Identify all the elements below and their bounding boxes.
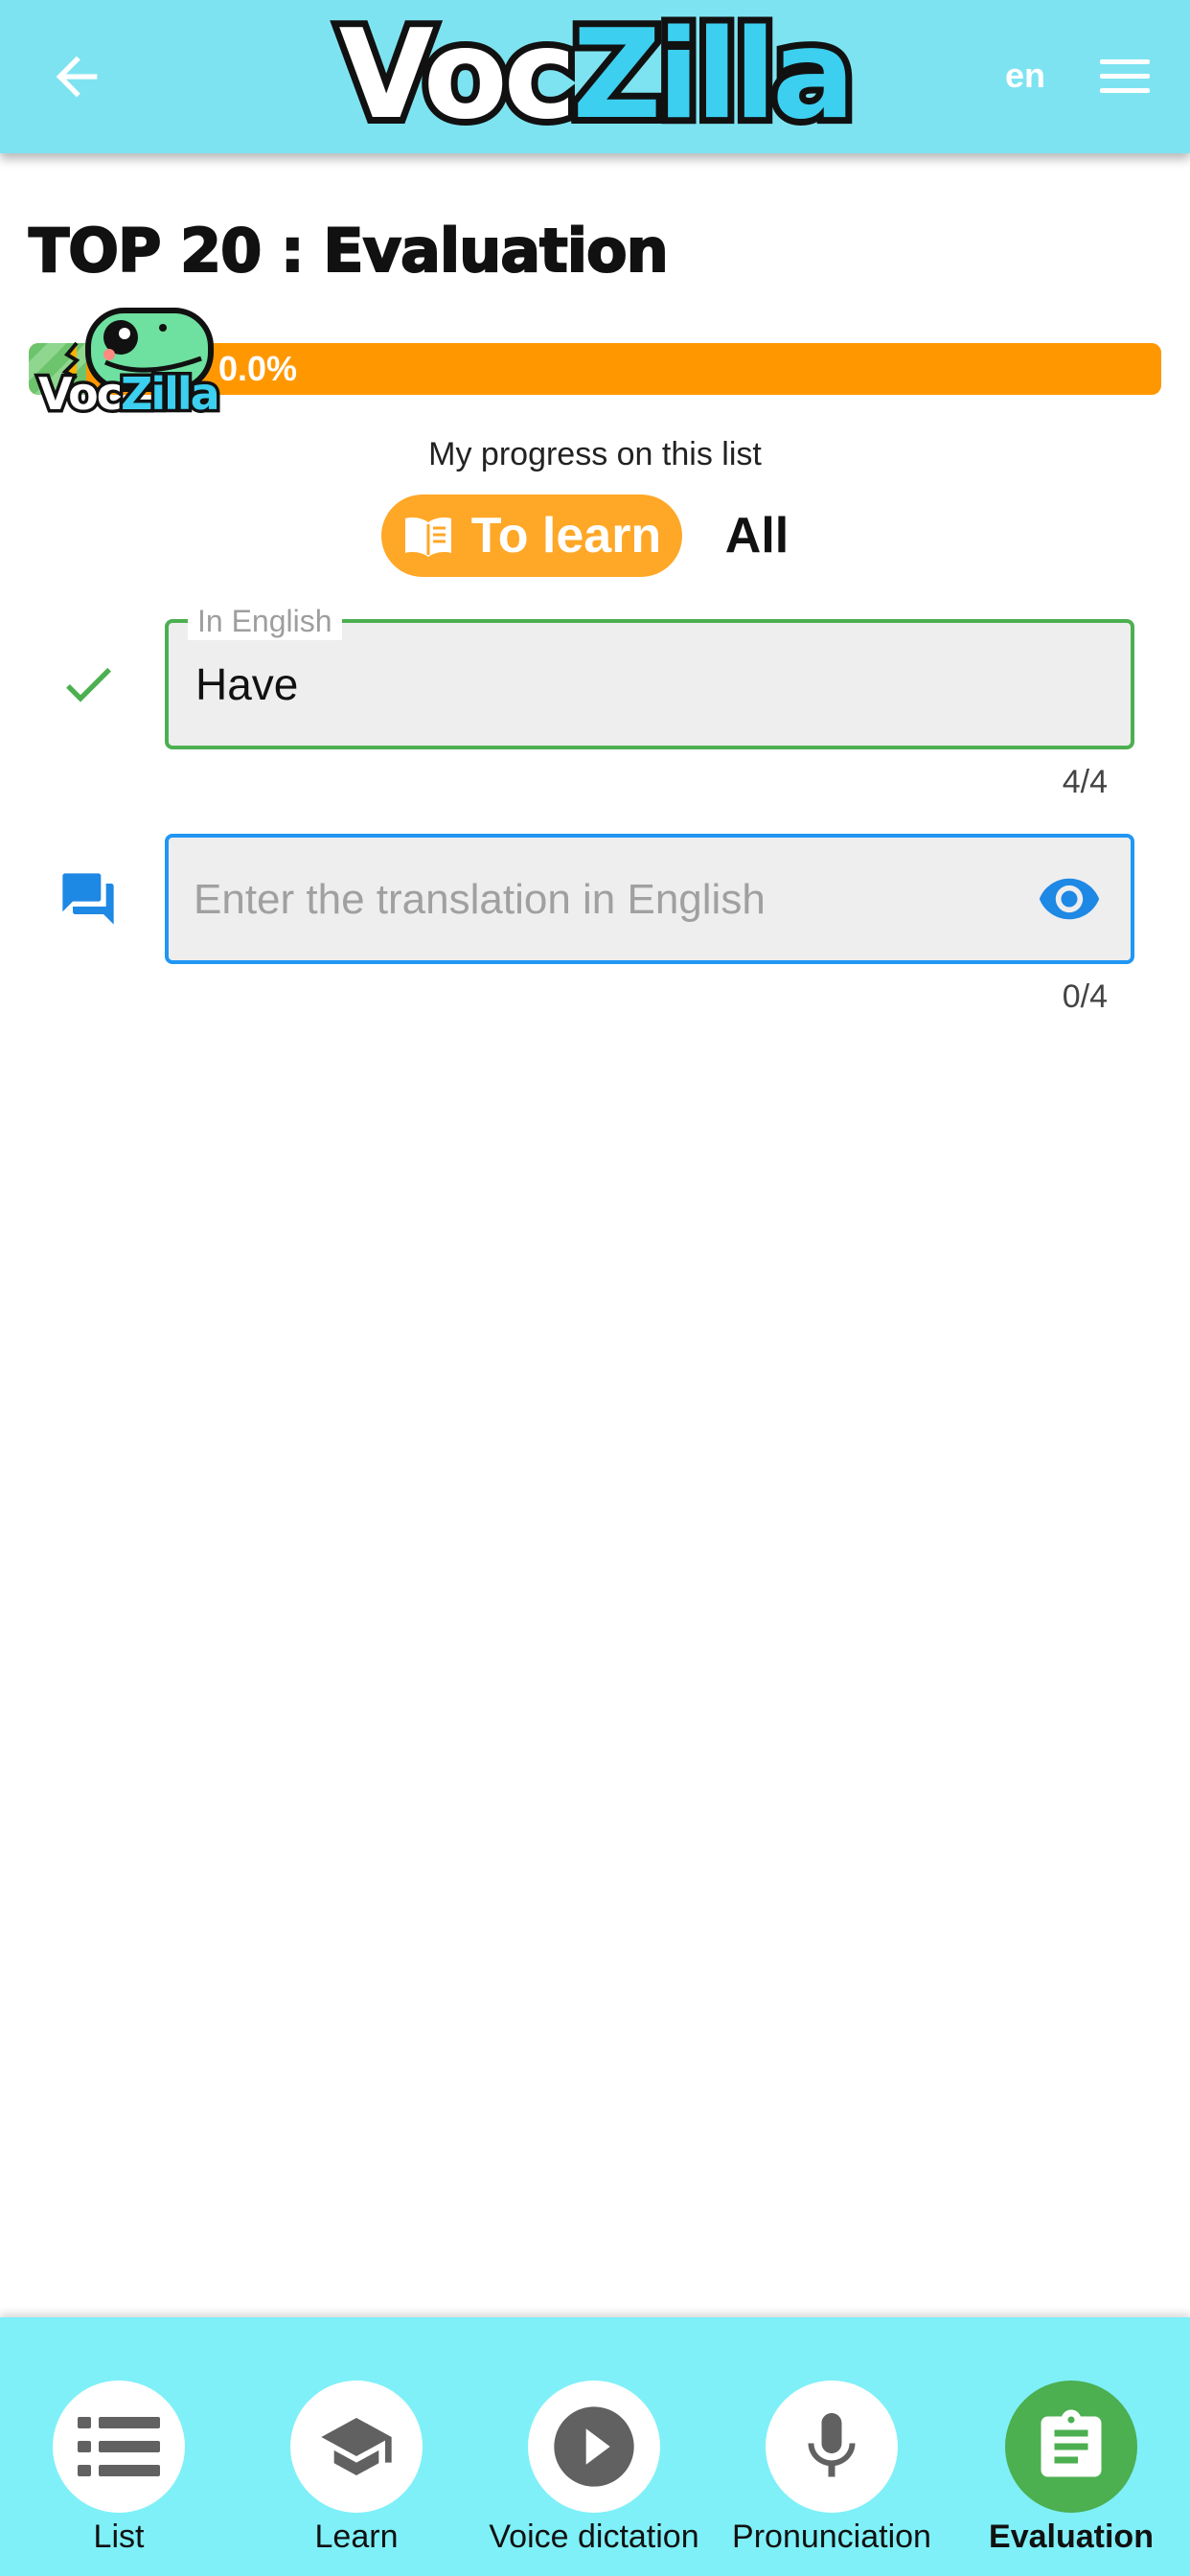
translation-input-field[interactable] — [165, 834, 1134, 964]
nav-item-pronunciation[interactable]: Pronunciation — [713, 2317, 950, 2576]
character-counter: 4/4 — [1062, 764, 1108, 800]
language-button[interactable]: en — [996, 56, 1054, 98]
chat-bubbles-icon — [62, 873, 114, 925]
translation-input[interactable] — [192, 838, 991, 962]
logo-text-zilla: Zilla — [566, 4, 862, 147]
nav-label: Pronunciation — [732, 2518, 931, 2555]
clipboard-icon — [1041, 2409, 1102, 2477]
app-bar: VocZilla en — [0, 0, 1190, 153]
to-learn-label: To learn — [470, 508, 662, 564]
reveal-answer-button[interactable] — [1037, 866, 1102, 932]
to-learn-toggle[interactable]: To learn — [381, 494, 682, 577]
eye-icon — [1039, 878, 1100, 920]
hamburger-menu-icon — [1100, 59, 1150, 93]
all-toggle[interactable]: All — [709, 494, 805, 577]
back-button[interactable] — [46, 46, 107, 107]
book-icon — [404, 518, 451, 557]
nav-item-evaluation[interactable]: Evaluation — [952, 2317, 1190, 2576]
field-value: Have — [195, 659, 299, 709]
nav-label: Evaluation — [989, 2518, 1154, 2555]
list-icon — [78, 2417, 160, 2476]
progress-caption: My progress on this list — [428, 436, 762, 472]
english-answer-field[interactable]: In English Have — [165, 602, 1134, 749]
arrow-back-icon — [56, 56, 98, 98]
nav-item-learn[interactable]: Learn — [238, 2317, 475, 2576]
nav-item-list[interactable]: List — [0, 2317, 238, 2576]
logo-text-voc: Voc — [332, 4, 584, 147]
check-icon — [66, 667, 111, 702]
mascot-text-zilla: Zilla — [117, 368, 223, 420]
page-title: TOP 20 : Evaluation — [28, 215, 670, 287]
voczilla-logo: VocZilla — [320, 8, 870, 144]
graduation-cap-icon — [321, 2418, 392, 2475]
nav-label: Voice dictation — [489, 2518, 699, 2555]
microphone-icon — [808, 2413, 856, 2477]
nav-label: List — [93, 2518, 145, 2555]
character-counter: 0/4 — [1062, 978, 1108, 1015]
nav-item-voice-dictation[interactable]: Voice dictation — [475, 2317, 713, 2576]
nav-label: Learn — [314, 2518, 399, 2555]
bottom-navigation: List Learn Voice dictation Pronunciation — [0, 2317, 1190, 2576]
mascot-logo: VocZilla — [29, 305, 245, 431]
play-icon — [554, 2406, 634, 2487]
mascot-text-voc: Voc — [35, 368, 126, 420]
menu-button[interactable] — [1098, 56, 1152, 98]
